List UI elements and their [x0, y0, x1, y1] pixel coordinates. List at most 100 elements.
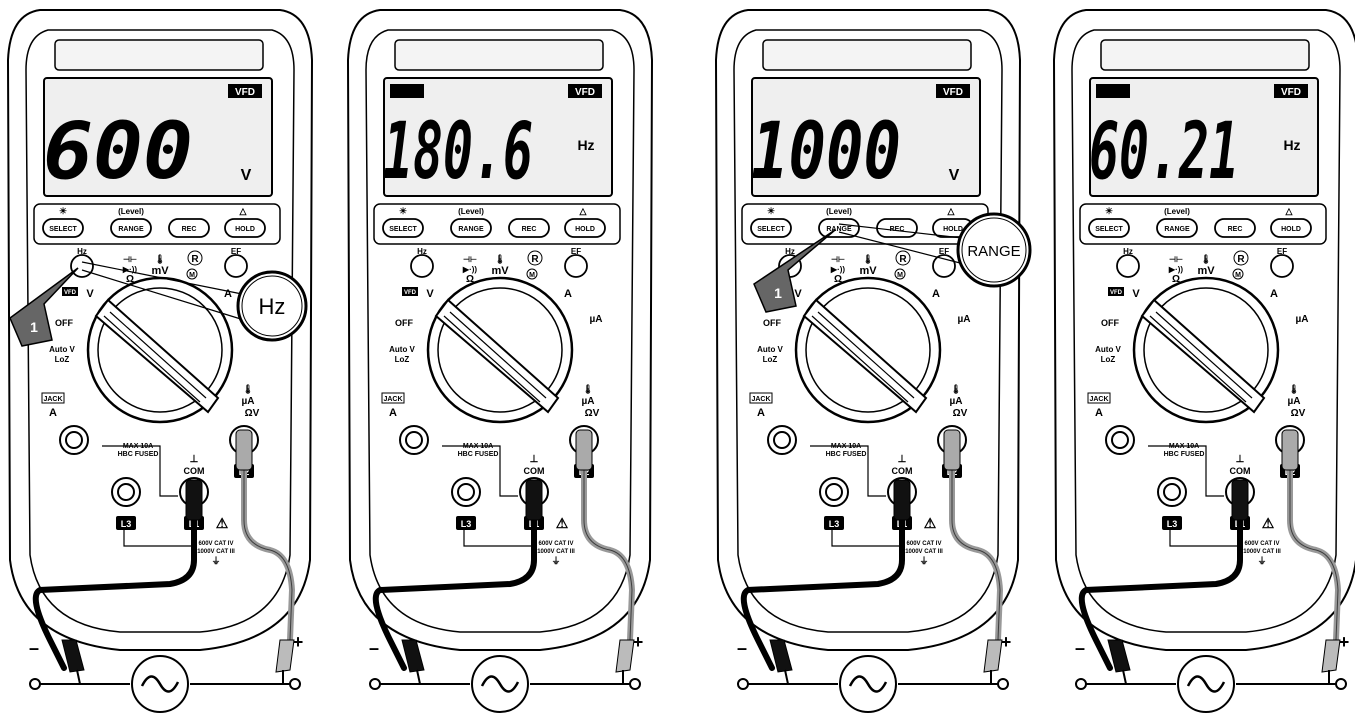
- r-label: R: [191, 254, 199, 265]
- vfd-dial-label: VFD: [64, 290, 77, 296]
- capacitor-icon: ⊣⊢: [463, 254, 477, 264]
- vfd-indicator: VFD: [575, 87, 595, 98]
- black-plug: [893, 479, 911, 521]
- select-button-label: SELECT: [757, 226, 785, 233]
- hold-button-label: HOLD: [235, 226, 255, 233]
- r-label: R: [1237, 254, 1245, 265]
- loz-label: LoZ: [55, 355, 70, 364]
- ua-ac-label: µA: [958, 314, 971, 325]
- com-ground-icon: ⊥: [1236, 454, 1245, 465]
- thermometer-icon: 🌡: [862, 254, 873, 264]
- backlight-icon: ☀: [59, 206, 67, 216]
- hz-button: [410, 254, 434, 278]
- mv-label: mV: [491, 265, 509, 277]
- warning-icon: ⚠: [924, 515, 937, 531]
- step-number: 1: [30, 319, 38, 335]
- jack-label: JACK: [43, 396, 62, 403]
- multimeter-diagram: VFD600 V☀ (Level) △SELECT RANGE REC HOLDHz EF⊣⊢…: [6, 9, 1355, 713]
- backlight-icon: ☀: [767, 206, 775, 216]
- fused-label: HBC FUSED: [1164, 451, 1205, 458]
- auto-v-label: Auto V: [49, 345, 75, 354]
- warning-icon: ⚠: [556, 515, 569, 531]
- top-window: [54, 39, 264, 71]
- ua-label: µA: [1288, 396, 1301, 407]
- delta-icon: △: [579, 206, 588, 216]
- hold-button-label: HOLD: [943, 226, 963, 233]
- cat-iv-label: 600V CAT IV: [539, 541, 574, 547]
- cat-iv-label: 600V CAT IV: [199, 541, 234, 547]
- callout-label: RANGE: [967, 243, 1020, 260]
- warning-icon: ⚠: [1262, 515, 1275, 531]
- v-label: V: [794, 288, 802, 300]
- diode-continuity-icon: ▶·)): [830, 265, 845, 274]
- delta-icon: △: [239, 206, 248, 216]
- hold-button-label: HOLD: [1281, 226, 1301, 233]
- select-button-label: SELECT: [389, 226, 417, 233]
- select-button-label: SELECT: [1095, 226, 1123, 233]
- a-ac-label: A: [932, 288, 940, 300]
- ohm-v-label: ΩV: [1291, 408, 1306, 419]
- com-label: COM: [184, 466, 205, 476]
- auto-indicator: AUTO: [1099, 87, 1127, 98]
- a-label: A: [389, 407, 397, 419]
- warning-icon: ⚠: [216, 515, 229, 531]
- plus-sign: +: [633, 632, 644, 652]
- vfd-indicator: VFD: [943, 87, 963, 98]
- com-ground-icon: ⊥: [898, 454, 907, 465]
- l3-label: L3: [461, 519, 472, 529]
- red-plug: [943, 429, 961, 471]
- hz-button: [70, 254, 94, 278]
- top-window: [762, 39, 972, 71]
- l3-label: L3: [121, 519, 132, 529]
- r-label: R: [899, 254, 907, 265]
- black-probe-tip: [1122, 669, 1127, 685]
- black-probe-tip: [784, 669, 789, 685]
- diode-continuity-icon: ▶·)): [1168, 265, 1183, 274]
- level-label: (Level): [118, 207, 144, 216]
- fused-label: HBC FUSED: [118, 451, 159, 458]
- ua-label: µA: [582, 396, 595, 407]
- circuit-node-right: [1335, 678, 1347, 690]
- vfd-dial-label: VFD: [1110, 290, 1123, 296]
- a-ac-label: A: [1270, 288, 1278, 300]
- a-label: A: [49, 407, 57, 419]
- m-label: M: [1235, 272, 1241, 279]
- auto-indicator: AUTO: [393, 87, 421, 98]
- multimeter-2: AUTO VFD 180.6 Hz ☀ (Level) △ SELECT RANGE REC HOL…: [346, 9, 654, 713]
- vfd-indicator: VFD: [235, 87, 255, 98]
- ground-icon: ⏚: [551, 556, 560, 566]
- m-label: M: [189, 272, 195, 279]
- diode-continuity-icon: ▶·)): [462, 265, 477, 274]
- hz-button: [1116, 254, 1140, 278]
- auto-v-label: Auto V: [757, 345, 783, 354]
- capacitor-icon: ⊣⊢: [1169, 254, 1183, 264]
- diagram-stage: VFD 600 V ☀ (Level) △ SELECT RANGE REC HOLD Hz EF ⊣⊢…: [0, 0, 1355, 713]
- l3-label: L3: [1167, 519, 1178, 529]
- fused-label: HBC FUSED: [826, 451, 867, 458]
- ua-terminal-inner: [457, 483, 475, 501]
- cat-iii-label: 1000V CAT III: [1243, 549, 1281, 555]
- black-probe-tip: [416, 669, 421, 685]
- circuit-node-right: [289, 678, 301, 690]
- thermometer-icon: 🌡: [154, 254, 165, 264]
- a-label: A: [1095, 407, 1103, 419]
- delta-icon: △: [1285, 206, 1294, 216]
- ground-icon: ⏚: [211, 556, 220, 566]
- top-window: [394, 39, 604, 71]
- black-plug: [525, 479, 543, 521]
- circuit-node-left: [369, 678, 381, 690]
- lcd-reading: 600: [43, 107, 193, 197]
- off-label: OFF: [55, 318, 73, 328]
- ua-ac-label: µA: [590, 314, 603, 325]
- lcd-reading: 1000: [751, 107, 901, 197]
- com-ground-icon: ⊥: [190, 454, 199, 465]
- level-label: (Level): [1164, 207, 1190, 216]
- capacitor-icon: ⊣⊢: [123, 254, 137, 264]
- ohm-v-label: ΩV: [585, 408, 600, 419]
- cat-iii-label: 1000V CAT III: [905, 549, 943, 555]
- range-button-label: RANGE: [1164, 226, 1190, 233]
- com-label: COM: [524, 466, 545, 476]
- loz-label: LoZ: [395, 355, 410, 364]
- jack-label: JACK: [751, 396, 770, 403]
- com-label: COM: [1230, 466, 1251, 476]
